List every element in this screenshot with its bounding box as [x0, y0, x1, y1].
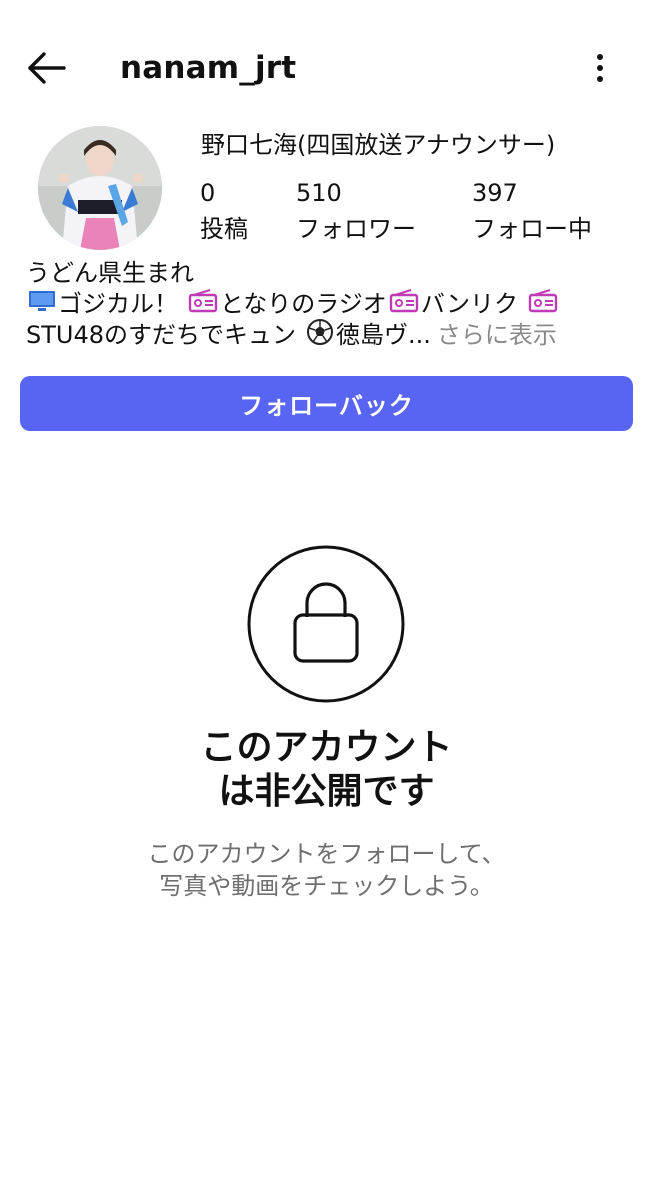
status-bar [0, 0, 653, 14]
radio-icon [188, 288, 218, 321]
display-name: 野口七海(四国放送アナウンサー) [201, 131, 556, 159]
bio-line: STU48のすだちでキュン 徳島ヴ... さらに表示 [26, 318, 626, 354]
posts-label: 投稿 [200, 215, 248, 243]
soccer-ball-icon [306, 318, 334, 354]
bio-text: STU48のすだちでキュン [26, 321, 296, 349]
more-vertical-icon [597, 54, 603, 82]
bio-text: 徳島ヴ... [336, 321, 431, 349]
bio-text: となりのラジオ [220, 290, 387, 318]
private-subtitle-line: 写真や動画をチェックしよう。 [159, 872, 494, 900]
followers-stat[interactable]: 510 フォロワー [296, 176, 416, 246]
more-options-button[interactable] [585, 50, 615, 86]
posts-count: 0 [200, 179, 216, 207]
bio-text: うどん県生まれ [26, 259, 194, 287]
username-title: nanam_jrt [120, 50, 297, 86]
bio-text: ゴジカル！ [58, 290, 178, 318]
follow-back-button[interactable]: フォローバック [20, 376, 633, 431]
private-account-title: このアカウント は非公開です [0, 726, 653, 814]
back-button[interactable] [22, 48, 70, 88]
bio-text: バンリク [420, 290, 519, 318]
avatar[interactable] [38, 126, 162, 250]
radio-icon [389, 288, 419, 321]
bio-line: ゴジカル！ となりのラジオ バンリク [26, 288, 626, 321]
private-title-line: は非公開です [218, 771, 435, 812]
radio-icon [528, 288, 558, 321]
private-subtitle-line: このアカウントをフォローして、 [147, 840, 506, 868]
see-more-link[interactable]: さらに表示 [437, 320, 557, 351]
bio: うどん県生まれ ゴジカル！ となりのラジオ バンリク STU48のすだちでキュン… [26, 258, 626, 351]
private-title-line: このアカウント [200, 727, 453, 768]
private-account-graphic [247, 545, 405, 703]
followers-count: 510 [296, 179, 342, 207]
following-count: 397 [472, 179, 518, 207]
following-label: フォロー中 [472, 215, 592, 243]
arrow-left-icon [28, 52, 66, 84]
tv-icon [28, 289, 56, 321]
followers-label: フォロワー [296, 215, 416, 243]
posts-stat: 0 投稿 [200, 176, 248, 246]
profile-header: nanam_jrt [0, 40, 653, 96]
following-stat[interactable]: 397 フォロー中 [472, 176, 592, 246]
lock-icon [247, 545, 405, 703]
bio-line: うどん県生まれ [26, 258, 626, 289]
profile-photo-image [38, 126, 162, 250]
private-account-subtitle: このアカウントをフォローして、 写真や動画をチェックしよう。 [0, 838, 653, 902]
